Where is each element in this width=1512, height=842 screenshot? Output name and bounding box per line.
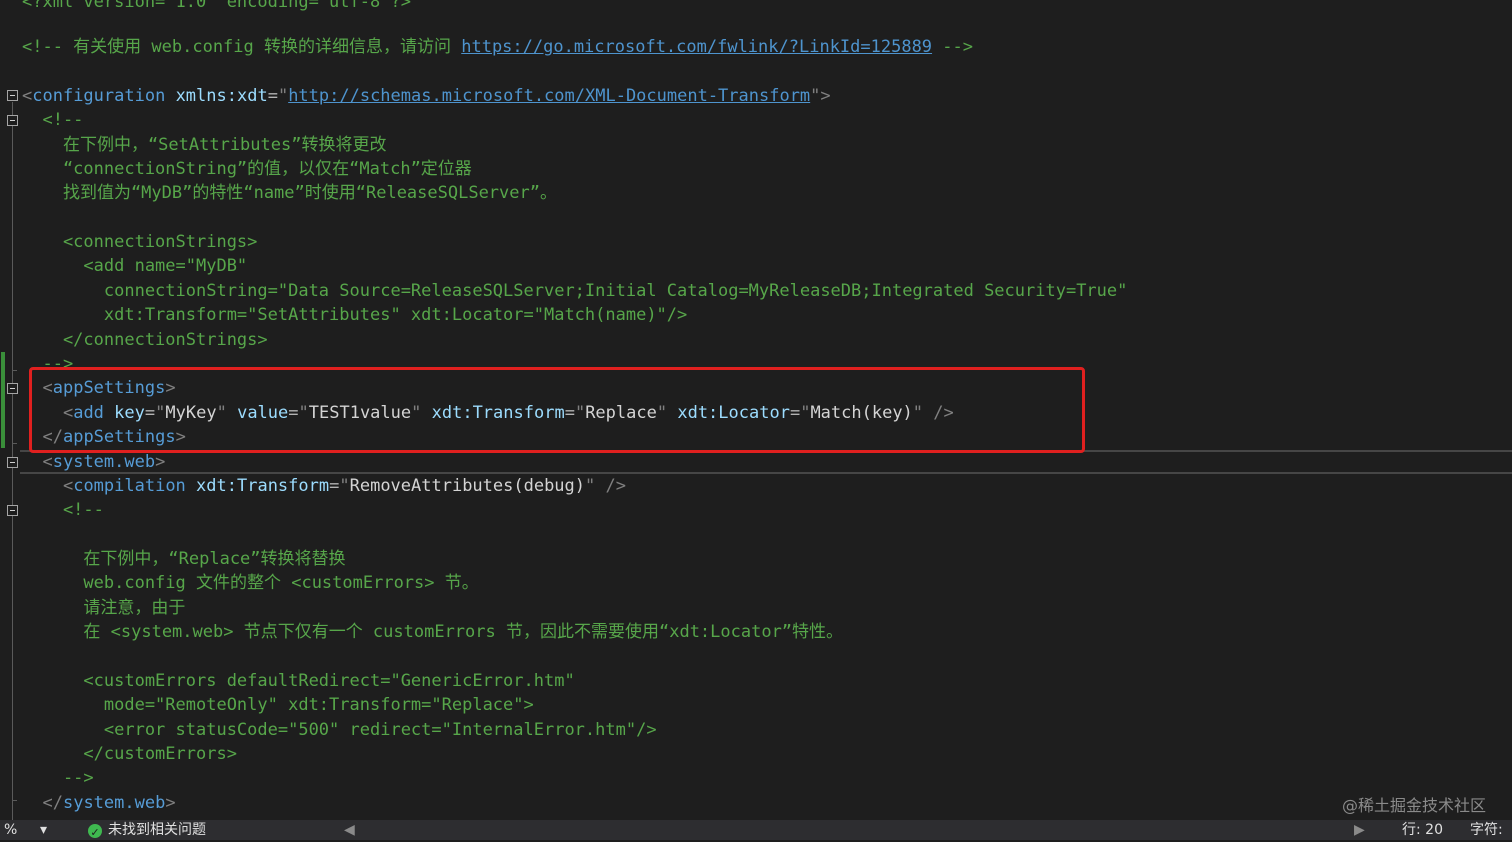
code-line: <!-- bbox=[22, 108, 83, 132]
code-line: <?xml version="1.0" encoding="utf-8"?> bbox=[22, 0, 411, 14]
code-token: > bbox=[165, 793, 176, 813]
scroll-left-icon[interactable]: ◀ bbox=[344, 821, 355, 839]
code-token: > bbox=[155, 452, 166, 472]
code-token: RemoveAttributes(debug) bbox=[349, 476, 586, 496]
collapse-icon[interactable] bbox=[7, 90, 18, 101]
code-line: </customErrors> bbox=[22, 742, 237, 766]
code-line: <!-- 有关使用 web.config 转换的详细信息，请访问 https:/… bbox=[22, 35, 973, 59]
code-token: system.web bbox=[62, 793, 166, 813]
code-line: <system.web> bbox=[22, 450, 165, 474]
code-token: <!-- 有关使用 web.config 转换的详细信息，请访问 bbox=[22, 37, 462, 57]
fold-end-tick bbox=[12, 370, 17, 371]
code-token: = bbox=[267, 86, 278, 106]
code-line: <add name="MyDB" bbox=[22, 254, 247, 278]
highlight-box bbox=[29, 367, 1085, 453]
code-line: </connectionStrings> bbox=[22, 328, 268, 352]
code-token: 在 <system.web> 节点下仅有一个 customErrors 节，因此… bbox=[22, 622, 844, 642]
issues-text: 未找到相关问题 bbox=[108, 822, 206, 838]
line-number[interactable]: 行: 20 bbox=[1402, 821, 1443, 839]
code-token: xdt:Transform="SetAttributes" xdt:Locato… bbox=[22, 305, 688, 325]
collapse-icon[interactable] bbox=[7, 505, 18, 516]
collapse-icon[interactable] bbox=[7, 457, 18, 468]
code-line: “connectionString”的值，以仅在“Match”定位器 bbox=[22, 157, 472, 181]
collapse-icon[interactable] bbox=[7, 383, 18, 394]
code-line: 在下例中，“Replace”转换将替换 bbox=[22, 547, 346, 571]
code-token: <!-- bbox=[22, 110, 84, 130]
code-token: compilation bbox=[73, 476, 186, 496]
code-token: <!-- bbox=[22, 500, 104, 520]
code-token: 在下例中，“Replace”转换将替换 bbox=[22, 549, 346, 569]
current-line-indicator bbox=[20, 450, 1512, 474]
code-line: <configuration xmlns:xdt="http://schemas… bbox=[22, 84, 831, 108]
code-token: <?xml version="1.0" encoding="utf-8"?> bbox=[22, 0, 411, 12]
code-token: 找到值为“MyDB”的特性“name”时使用“ReleaseSQLServer”… bbox=[22, 183, 557, 203]
code-token: "> bbox=[810, 86, 831, 106]
code-line: <!-- bbox=[22, 498, 104, 522]
char-number[interactable]: 字符: bbox=[1470, 821, 1503, 839]
code-token: --> bbox=[932, 37, 973, 57]
code-line: xdt:Transform="SetAttributes" xdt:Locato… bbox=[22, 303, 687, 327]
code-line: mode="RemoteOnly" xdt:Transform="Replace… bbox=[22, 693, 534, 717]
code-token: <connectionStrings> bbox=[22, 232, 258, 252]
code-token: 请注意，由于 bbox=[22, 598, 186, 618]
code-editor[interactable]: <?xml version="1.0" encoding="utf-8"?> <!… bbox=[0, 0, 1512, 820]
code-token: < bbox=[42, 452, 53, 472]
code-token[interactable]: http://schemas.microsoft.com/XML-Documen… bbox=[288, 86, 810, 106]
zoom-dropdown-icon[interactable]: ▾ bbox=[40, 821, 47, 839]
change-indicator bbox=[1, 352, 5, 448]
code-token: " bbox=[339, 476, 350, 496]
code-token: = bbox=[329, 476, 340, 496]
scroll-right-icon[interactable]: ▶ bbox=[1354, 821, 1365, 839]
watermark: @稀土掘金技术社区 bbox=[1341, 796, 1486, 815]
code-token: 在下例中，“SetAttributes”转换将更改 bbox=[22, 135, 387, 155]
code-line: 在 <system.web> 节点下仅有一个 customErrors 节，因此… bbox=[22, 620, 843, 644]
code-token: < bbox=[62, 476, 74, 496]
status-bar: % ▾ ✓ 未找到相关问题 ◀ ▶ 行: 20 字符: bbox=[0, 820, 1512, 840]
code-token: mode="RemoteOnly" xdt:Transform="Replace… bbox=[22, 695, 534, 715]
code-line: --> bbox=[22, 766, 94, 790]
code-token: <add name="MyDB" bbox=[22, 256, 248, 276]
code-token: </customErrors> bbox=[22, 744, 237, 764]
code-line: 在下例中，“SetAttributes”转换将更改 bbox=[22, 133, 387, 157]
code-token: </ bbox=[42, 793, 63, 813]
collapse-icon[interactable] bbox=[7, 115, 18, 126]
issues-indicator[interactable]: ✓ 未找到相关问题 bbox=[88, 821, 206, 839]
code-token: system.web bbox=[52, 452, 156, 472]
code-token: " bbox=[585, 476, 596, 496]
code-token: </connectionStrings> bbox=[22, 330, 268, 350]
check-icon: ✓ bbox=[88, 824, 102, 839]
code-line: connectionString="Data Source=ReleaseSQL… bbox=[22, 279, 1128, 303]
code-token[interactable]: https://go.microsoft.com/fwlink/?LinkId=… bbox=[461, 37, 932, 57]
code-token: xmlns:xdt bbox=[175, 86, 268, 106]
code-line: </system.web> bbox=[22, 791, 176, 815]
code-token: configuration bbox=[32, 86, 166, 106]
fold-end-tick bbox=[12, 800, 17, 801]
code-token: connectionString="Data Source=ReleaseSQL… bbox=[22, 281, 1128, 301]
code-line: <connectionStrings> bbox=[22, 230, 257, 254]
code-token: xdt:Transform bbox=[196, 476, 330, 496]
code-line: web.config 文件的整个 <customErrors> 节。 bbox=[22, 571, 479, 595]
fold-end-tick bbox=[12, 443, 17, 444]
code-token: " bbox=[277, 86, 289, 106]
code-token: <error statusCode="500" redirect="Intern… bbox=[22, 720, 657, 740]
code-token: --> bbox=[22, 768, 94, 788]
code-token: “connectionString”的值，以仅在“Match”定位器 bbox=[22, 159, 472, 179]
code-token: /> bbox=[605, 476, 626, 496]
code-token: web.config 文件的整个 <customErrors> 节。 bbox=[22, 573, 479, 593]
zoom-level[interactable]: % bbox=[4, 821, 17, 839]
code-token: <customErrors defaultRedirect="GenericEr… bbox=[22, 671, 575, 691]
code-line: 请注意，由于 bbox=[22, 596, 185, 620]
code-token: < bbox=[22, 86, 33, 106]
code-line: <compilation xdt:Transform="RemoveAttrib… bbox=[22, 474, 626, 498]
code-line: 找到值为“MyDB”的特性“name”时使用“ReleaseSQLServer”… bbox=[22, 181, 557, 205]
code-line: <customErrors defaultRedirect="GenericEr… bbox=[22, 669, 575, 693]
code-line: <error statusCode="500" redirect="Intern… bbox=[22, 718, 657, 742]
